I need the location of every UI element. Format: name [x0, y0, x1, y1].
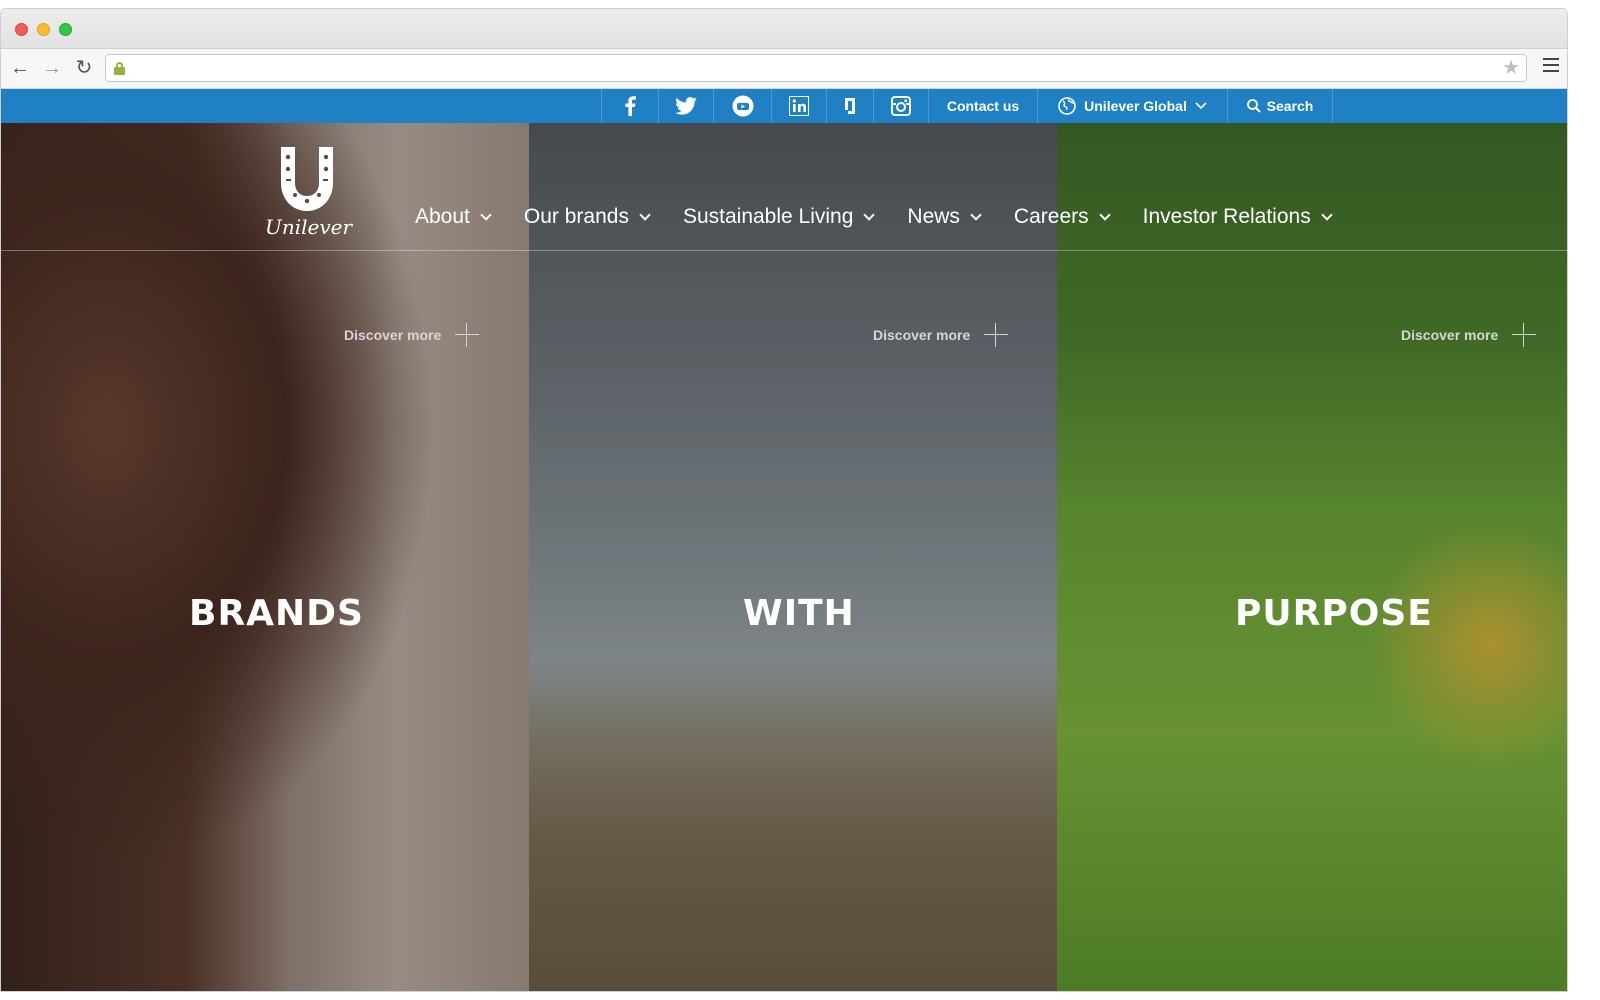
chevron-down-icon — [1321, 208, 1333, 221]
nav-label: About — [415, 205, 470, 228]
hero-panel-brands[interactable]: Discover more BRANDS — [1, 123, 529, 991]
nav-item-our-brands[interactable]: Our brands — [523, 205, 651, 229]
nav-item-careers[interactable]: Careers — [1013, 205, 1111, 229]
close-window-button[interactable] — [15, 23, 28, 36]
site-header: Unilever About Our brands Sustainable Li… — [1, 123, 1567, 251]
chevron-down-icon — [1195, 102, 1207, 110]
hero-section: Discover more BRANDS Discover more WITH … — [1, 123, 1567, 991]
maximize-window-button[interactable] — [59, 23, 72, 36]
nav-item-sustainable-living[interactable]: Sustainable Living — [682, 205, 876, 229]
chevron-down-icon — [480, 208, 492, 221]
contact-us-link[interactable]: Contact us — [928, 89, 1037, 123]
region-label: Unilever Global — [1084, 98, 1187, 114]
nav-label: Investor Relations — [1142, 205, 1311, 228]
title-bar — [1, 9, 1567, 49]
browser-menu-icon[interactable] — [1543, 58, 1559, 72]
twitter-link[interactable] — [658, 89, 713, 123]
nav-label: Careers — [1013, 205, 1089, 228]
forward-arrow-icon[interactable]: → — [39, 55, 65, 81]
hero-panel-purpose[interactable]: Discover more PURPOSE — [1057, 123, 1567, 991]
region-selector[interactable]: Unilever Global — [1037, 89, 1227, 123]
discover-more-link[interactable]: Discover more — [344, 323, 480, 347]
discover-more-link[interactable]: Discover more — [873, 323, 1009, 347]
browser-window: ← → ↻ ★ Contact us Unilever Global Searc… — [0, 8, 1568, 992]
plus-icon — [455, 323, 480, 347]
hero-word: WITH — [743, 593, 855, 634]
contact-us-label: Contact us — [946, 98, 1020, 114]
discover-more-label: Discover more — [1401, 327, 1499, 343]
chevron-down-icon — [970, 208, 982, 221]
chevron-down-icon — [1098, 208, 1111, 221]
plus-icon — [1512, 323, 1537, 347]
nav-item-news[interactable]: News — [907, 205, 982, 229]
main-nav: About Our brands Sustainable Living News… — [415, 205, 1365, 229]
nav-label: News — [907, 205, 960, 228]
instagram-link[interactable] — [873, 89, 928, 123]
nav-label: Sustainable Living — [682, 205, 854, 228]
search-label: Search — [1266, 98, 1314, 114]
search-icon — [1246, 99, 1261, 113]
twitter-icon — [675, 97, 697, 115]
instagram-icon — [891, 96, 911, 116]
plus-icon — [984, 323, 1009, 347]
discover-more-label: Discover more — [344, 327, 442, 343]
web-page: Contact us Unilever Global Search Discov… — [1, 89, 1567, 991]
hero-panel-with[interactable]: Discover more WITH — [529, 123, 1057, 991]
bookmark-star-icon[interactable]: ★ — [1502, 56, 1520, 80]
search-button[interactable]: Search — [1227, 89, 1333, 123]
nav-item-about[interactable]: About — [415, 205, 492, 229]
lock-icon — [114, 62, 125, 75]
discover-more-link[interactable]: Discover more — [1401, 323, 1537, 347]
logo-wordmark: Unilever — [265, 215, 353, 239]
youtube-link[interactable] — [713, 89, 771, 123]
linkedin-icon — [789, 96, 809, 116]
nav-item-investor-relations[interactable]: Investor Relations — [1142, 205, 1333, 229]
browser-toolbar: ← → ↻ ★ — [1, 49, 1567, 89]
globe-icon — [1058, 97, 1076, 115]
chevron-down-icon — [639, 208, 651, 221]
discover-more-label: Discover more — [873, 327, 971, 343]
hero-word: BRANDS — [189, 593, 364, 634]
utility-bar: Contact us Unilever Global Search — [1, 89, 1567, 123]
facebook-link[interactable] — [601, 89, 658, 123]
back-arrow-icon[interactable]: ← — [7, 55, 33, 81]
chevron-down-icon — [863, 208, 876, 221]
utility-links: Contact us Unilever Global Search — [601, 89, 1333, 123]
g-social-icon — [845, 98, 855, 114]
hero-word: PURPOSE — [1235, 593, 1433, 634]
unilever-u-logo-icon — [281, 147, 333, 211]
address-bar[interactable]: ★ — [105, 54, 1527, 82]
linkedin-link[interactable] — [771, 89, 826, 123]
g-social-link[interactable] — [826, 89, 873, 123]
unilever-logo[interactable]: Unilever — [265, 143, 353, 239]
nav-label: Our brands — [523, 205, 629, 228]
facebook-icon — [625, 96, 636, 116]
youtube-icon — [732, 95, 753, 117]
minimize-window-button[interactable] — [37, 23, 50, 36]
reload-icon[interactable]: ↻ — [71, 55, 97, 81]
